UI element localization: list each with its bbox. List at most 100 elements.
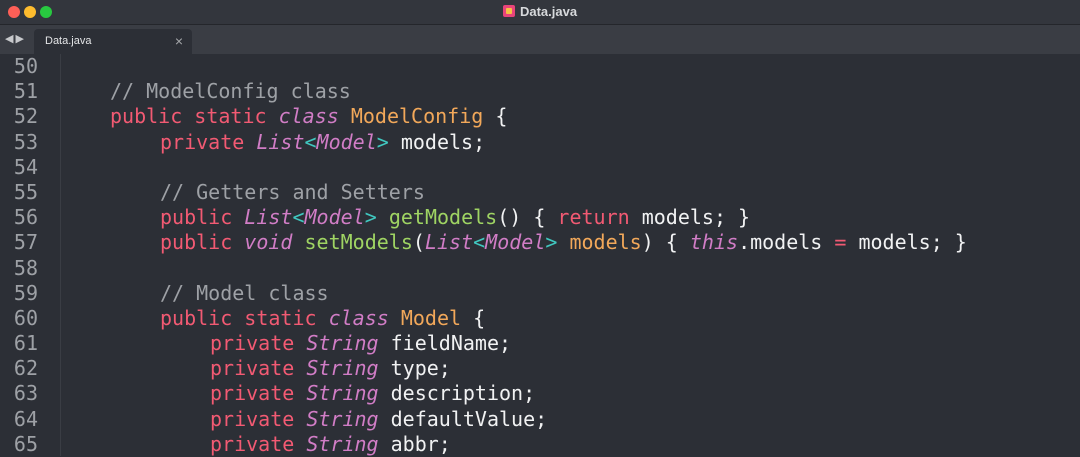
code-line[interactable]: 53 private List<Model> models; bbox=[0, 130, 1080, 155]
code-token: String bbox=[306, 381, 379, 406]
line-number: 58 bbox=[13, 255, 38, 280]
back-arrow-icon[interactable]: ◀ bbox=[5, 33, 15, 45]
code-token: List bbox=[256, 129, 305, 154]
code-text[interactable]: private String type; bbox=[210, 356, 451, 381]
code-token: type; bbox=[378, 356, 451, 381]
line-number: 62 bbox=[13, 356, 38, 381]
code-token: public bbox=[160, 230, 245, 255]
code-text[interactable]: private String defaultValue; bbox=[210, 407, 547, 432]
code-text[interactable]: public List<Model> getModels() { return … bbox=[160, 205, 750, 230]
code-token: return bbox=[557, 205, 630, 230]
code-token: String bbox=[306, 356, 379, 381]
code-line[interactable]: 61 private String fieldName; bbox=[0, 331, 1080, 356]
code-line[interactable]: 54 bbox=[0, 155, 1080, 180]
code-token: private bbox=[160, 129, 257, 154]
code-token: private bbox=[210, 331, 307, 356]
code-line[interactable]: 63 private String description; bbox=[0, 381, 1080, 406]
code-token: fieldName; bbox=[378, 331, 512, 356]
code-text[interactable]: // Model class bbox=[160, 281, 329, 306]
tab-navigation: ◀▶ bbox=[5, 32, 26, 45]
code-editor[interactable]: 50 51 // ModelConfig class 52 public static … bbox=[0, 54, 1080, 456]
code-token: { bbox=[461, 305, 486, 330]
code-token: // Model class bbox=[160, 280, 329, 305]
code-line[interactable]: 52 public static class ModelConfig { bbox=[0, 104, 1080, 129]
code-token: description; bbox=[378, 381, 536, 406]
code-token: List bbox=[424, 230, 474, 255]
window-title: Data.java bbox=[0, 4, 1080, 19]
code-token: private bbox=[210, 356, 307, 381]
code-line[interactable]: 51 // ModelConfig class bbox=[0, 79, 1080, 104]
code-token: public static bbox=[160, 305, 329, 330]
code-token: private bbox=[210, 406, 307, 431]
forward-arrow-icon[interactable]: ▶ bbox=[15, 33, 25, 45]
code-token: private bbox=[210, 431, 307, 456]
code-line[interactable]: 55 // Getters and Setters bbox=[0, 180, 1080, 205]
code-line[interactable]: 60 public static class Model { bbox=[0, 306, 1080, 331]
code-line[interactable]: 62 private String type; bbox=[0, 356, 1080, 381]
code-token: getModels bbox=[376, 205, 498, 230]
code-token: models; bbox=[388, 129, 486, 154]
code-token: < bbox=[473, 230, 486, 255]
code-text[interactable]: private String abbr; bbox=[210, 432, 451, 457]
line-number: 64 bbox=[13, 406, 38, 431]
tab-data-java[interactable]: Data.java × bbox=[34, 29, 192, 54]
code-token: models; } bbox=[629, 205, 751, 230]
code-token: String bbox=[306, 331, 379, 356]
code-token: < bbox=[292, 205, 305, 230]
code-token: abbr; bbox=[378, 431, 451, 456]
code-token: > bbox=[545, 230, 558, 255]
code-token: void bbox=[244, 230, 293, 255]
java-file-icon bbox=[502, 5, 515, 17]
code-token: { bbox=[483, 104, 508, 129]
code-line[interactable]: 65 private String abbr; bbox=[0, 432, 1080, 457]
tab-bar: ◀▶ Data.java × bbox=[0, 25, 1080, 54]
code-token: models bbox=[557, 230, 642, 255]
code-token: > bbox=[364, 205, 377, 230]
line-number: 60 bbox=[13, 305, 38, 330]
line-number: 61 bbox=[13, 331, 38, 356]
code-line[interactable]: 57 public void setModels(List<Model> mode… bbox=[0, 230, 1080, 255]
code-token: String bbox=[306, 431, 379, 456]
code-area[interactable]: 50 51 // ModelConfig class 52 public static … bbox=[0, 54, 1080, 457]
line-number: 53 bbox=[13, 129, 38, 154]
code-token: = bbox=[834, 230, 847, 255]
code-text[interactable]: private String description; bbox=[210, 381, 535, 406]
code-line[interactable]: 50 bbox=[0, 54, 1080, 79]
line-number: 51 bbox=[13, 79, 38, 104]
line-number: 57 bbox=[13, 230, 38, 255]
code-token: ModelConfig bbox=[350, 104, 484, 129]
code-token: public bbox=[160, 205, 245, 230]
code-token: List bbox=[244, 205, 293, 230]
code-token: // Getters and Setters bbox=[160, 179, 425, 204]
code-token: ( bbox=[412, 230, 425, 255]
code-token: Model bbox=[304, 205, 365, 230]
code-token: class bbox=[278, 104, 351, 129]
code-line[interactable]: 58 bbox=[0, 256, 1080, 281]
code-line[interactable]: 56 public List<Model> getModels() { retur… bbox=[0, 205, 1080, 230]
line-number: 63 bbox=[13, 381, 38, 406]
code-text[interactable]: // Getters and Setters bbox=[160, 180, 425, 205]
code-token: private bbox=[210, 381, 307, 406]
code-text[interactable]: // ModelConfig class bbox=[110, 79, 351, 104]
code-token: .models bbox=[738, 230, 835, 255]
code-token: () { bbox=[497, 205, 558, 230]
code-token: models; } bbox=[846, 230, 967, 255]
code-token: Model bbox=[400, 305, 462, 330]
code-line[interactable]: 59 // Model class bbox=[0, 281, 1080, 306]
code-line[interactable]: 64 private String defaultValue; bbox=[0, 407, 1080, 432]
code-token: Model bbox=[485, 230, 546, 255]
code-token: Model bbox=[316, 129, 377, 154]
code-text[interactable]: private List<Model> models; bbox=[160, 130, 485, 155]
window-titlebar: Data.java bbox=[0, 0, 1080, 25]
code-text[interactable]: private String fieldName; bbox=[210, 331, 511, 356]
line-number: 65 bbox=[13, 431, 38, 456]
tab-label: Data.java bbox=[45, 35, 92, 47]
line-number: 56 bbox=[13, 205, 38, 230]
code-token: class bbox=[328, 305, 401, 330]
tab-close-icon[interactable]: × bbox=[175, 33, 183, 49]
code-token: > bbox=[376, 129, 389, 154]
code-text[interactable]: public static class ModelConfig { bbox=[110, 104, 507, 129]
code-text[interactable]: public static class Model { bbox=[160, 306, 485, 331]
code-token: setModels bbox=[292, 230, 413, 255]
code-text[interactable]: public void setModels(List<Model> models… bbox=[160, 230, 967, 255]
